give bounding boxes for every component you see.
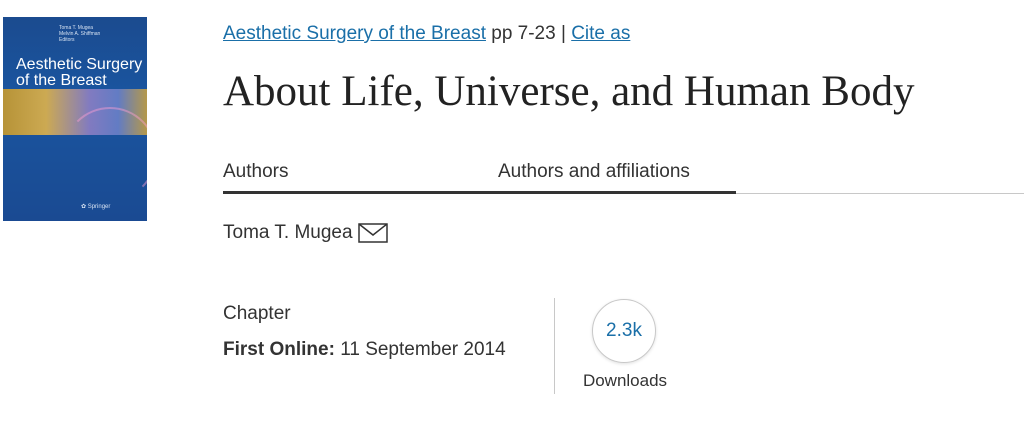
tab-authors[interactable]: Authors: [223, 159, 288, 185]
downloads-label: Downloads: [582, 371, 668, 390]
tab-authors-and-affiliations[interactable]: Authors and affiliations: [498, 159, 690, 185]
cover-editors-label: Editors: [59, 37, 75, 43]
cover-publisher-name: Springer: [87, 204, 111, 210]
content-type: Chapter: [223, 303, 291, 324]
metrics-divider: [554, 298, 555, 394]
cover-editors: Toma T. Mugea Melvin A. Shiffman Editors: [59, 25, 139, 43]
first-online-date: 11 September 2014: [340, 339, 506, 360]
tab-active-indicator: [223, 191, 736, 194]
author-entry: Toma T. Mugea: [223, 220, 389, 246]
downloads-badge: 2.3k: [592, 299, 656, 363]
first-online: First Online: 11 September 2014: [223, 337, 506, 363]
mail-icon[interactable]: [357, 222, 389, 244]
downloads-count: 2.3k: [606, 320, 642, 341]
book-title-link[interactable]: Aesthetic Surgery of the Breast: [223, 23, 486, 44]
author-name: Toma T. Mugea: [223, 222, 353, 243]
page-title: About Life, Universe, and Human Body: [223, 68, 915, 115]
cover-swirl-decoration: [63, 107, 147, 201]
springer-logo-icon: ✿: [81, 204, 87, 210]
first-online-label: First Online:: [223, 339, 335, 360]
breadcrumb-separator: |: [560, 23, 566, 44]
book-cover-image[interactable]: Toma T. Mugea Melvin A. Shiffman Editors…: [3, 17, 147, 221]
breadcrumb: Aesthetic Surgery of the Breast pp 7-23 …: [223, 21, 630, 47]
cite-as-link[interactable]: Cite as: [571, 23, 630, 44]
cover-publisher: ✿ Springer: [81, 203, 110, 210]
cover-title: Aesthetic Surgery of the Breast: [16, 56, 143, 89]
page-range: pp 7-23: [491, 23, 556, 44]
